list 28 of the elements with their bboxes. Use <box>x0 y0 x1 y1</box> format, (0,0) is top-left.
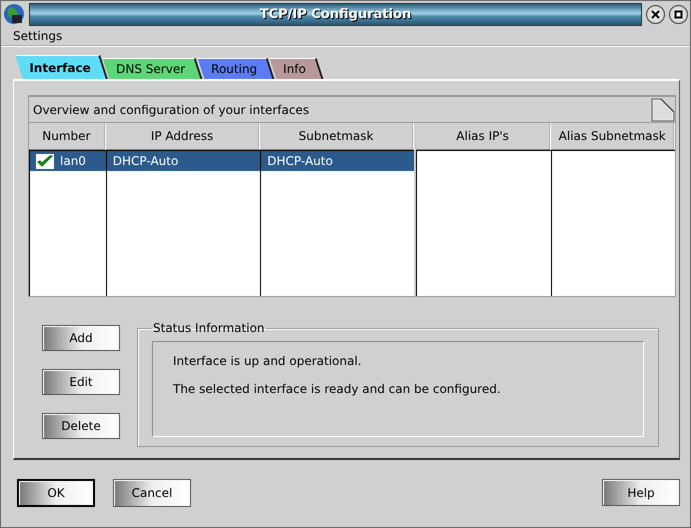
table-cell[interactable]: DHCP-Auto <box>261 151 414 171</box>
tab[interactable]: DNS Server <box>102 58 203 79</box>
cell-text: lan0 <box>60 154 86 168</box>
group-title: Overview and configuration of your interfaces <box>33 102 310 116</box>
dialog-button[interactable]: Cancel <box>113 479 191 507</box>
status-text: Interface is up and operational. <box>173 354 362 368</box>
action-button[interactable]: Edit <box>42 369 120 395</box>
action-button[interactable]: Delete <box>42 413 120 439</box>
page-corner-icon <box>651 98 675 122</box>
window-title: TCP/IP Configuration <box>260 6 412 22</box>
tab[interactable]: Routing <box>198 58 275 79</box>
close-button[interactable] <box>646 4 665 24</box>
group-title: Status Information <box>152 321 266 335</box>
maximize-button[interactable] <box>669 4 688 24</box>
table-cell[interactable]: DHCP-Auto <box>106 151 260 171</box>
tab[interactable]: Interface <box>15 55 108 79</box>
maximize-icon <box>674 10 683 18</box>
tab[interactable]: Info <box>270 58 324 79</box>
cell-text: DHCP-Auto <box>267 154 333 168</box>
menu-item[interactable]: Settings <box>11 29 64 43</box>
globe-icon <box>3 3 25 25</box>
table-cell[interactable]: lan0 <box>30 151 106 171</box>
help-button[interactable]: Help <box>602 479 680 506</box>
status-text: The selected interface is ready and can be configured. <box>173 382 502 396</box>
close-icon <box>651 10 660 18</box>
action-button[interactable]: Add <box>42 325 120 351</box>
dialog-button[interactable]: OK <box>17 479 95 507</box>
cell-text: DHCP-Auto <box>112 154 178 168</box>
